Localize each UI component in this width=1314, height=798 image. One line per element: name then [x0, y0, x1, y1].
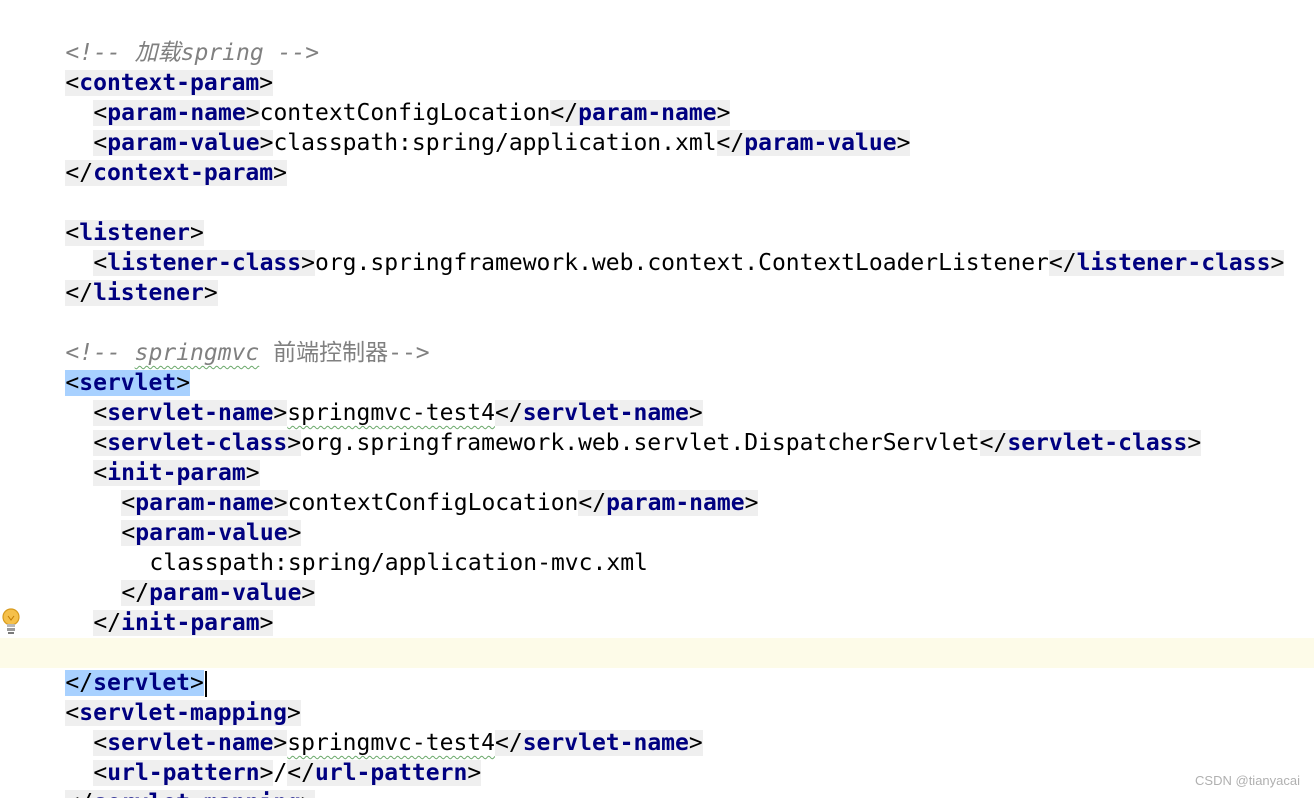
code-editor[interactable]: <!-- 加载spring --> <context-param> <param…: [0, 0, 1314, 798]
lightbulb-icon[interactable]: [0, 607, 22, 637]
code-line-current[interactable]: </servlet>: [0, 638, 1314, 697]
code-line[interactable]: <servlet-name>springmvc-test4</servlet-n…: [10, 368, 703, 426]
xml-close-tag: </param-value>: [716, 130, 911, 156]
code-line[interactable]: <param-name>contextConfigLocation</param…: [10, 458, 759, 516]
xml-close-tag: </listener>: [65, 280, 218, 306]
code-line[interactable]: <load-on-startup>1</load-on-startup>: [10, 608, 592, 666]
code-line[interactable]: </param-value>: [10, 548, 316, 606]
xml-text: classpath:spring/application.xml: [273, 130, 717, 156]
code-line[interactable]: <param-value>classpath:spring/applicatio…: [10, 98, 911, 156]
xml-close-tag: </servlet-mapping>: [65, 790, 315, 798]
code-line[interactable]: </servlet-mapping>: [10, 758, 315, 798]
xml-text: org.springframework.web.context.ContextL…: [314, 250, 1049, 276]
code-line[interactable]: <param-value>: [10, 488, 302, 546]
xml-close-tag: </param-name>: [578, 490, 759, 516]
code-line[interactable]: <url-pattern>/</url-pattern>: [10, 728, 482, 786]
code-line[interactable]: <listener-class>org.springframework.web.…: [10, 218, 1285, 276]
code-line[interactable]: </listener>: [10, 248, 218, 306]
code-line[interactable]: <param-name>contextConfigLocation</param…: [10, 68, 731, 126]
code-line[interactable]: <servlet>: [10, 338, 191, 396]
xml-close-tag: </url-pattern>: [287, 760, 482, 786]
code-line-comment[interactable]: <!-- springmvc 前端控制器-->: [10, 308, 429, 366]
code-line[interactable]: <context-param>: [10, 38, 274, 96]
watermark: CSDN @tianyacai: [1195, 773, 1300, 788]
code-line[interactable]: <servlet-class>org.springframework.web.s…: [10, 398, 1202, 456]
xml-close-tag: </servlet-class>: [979, 430, 1202, 456]
xml-text: org.springframework.web.servlet.Dispatch…: [301, 430, 980, 456]
xml-text: contextConfigLocation: [287, 490, 579, 516]
xml-close-tag: </servlet-name>: [495, 730, 703, 756]
code-line[interactable]: <servlet-name>springmvc-test4</servlet-n…: [10, 698, 703, 756]
xml-close-tag: </context-param>: [65, 160, 287, 186]
code-line[interactable]: </init-param>: [10, 578, 274, 636]
code-line[interactable]: <servlet-mapping>: [10, 668, 301, 726]
code-line-comment[interactable]: <!-- 加载spring -->: [10, 8, 319, 66]
code-line[interactable]: <init-param>: [10, 428, 260, 486]
code-line[interactable]: classpath:spring/application-mvc.xml: [10, 518, 648, 576]
code-line[interactable]: <listener>: [10, 188, 204, 246]
xml-close-tag: </listener-class>: [1048, 250, 1285, 276]
code-line[interactable]: </context-param>: [10, 128, 287, 186]
